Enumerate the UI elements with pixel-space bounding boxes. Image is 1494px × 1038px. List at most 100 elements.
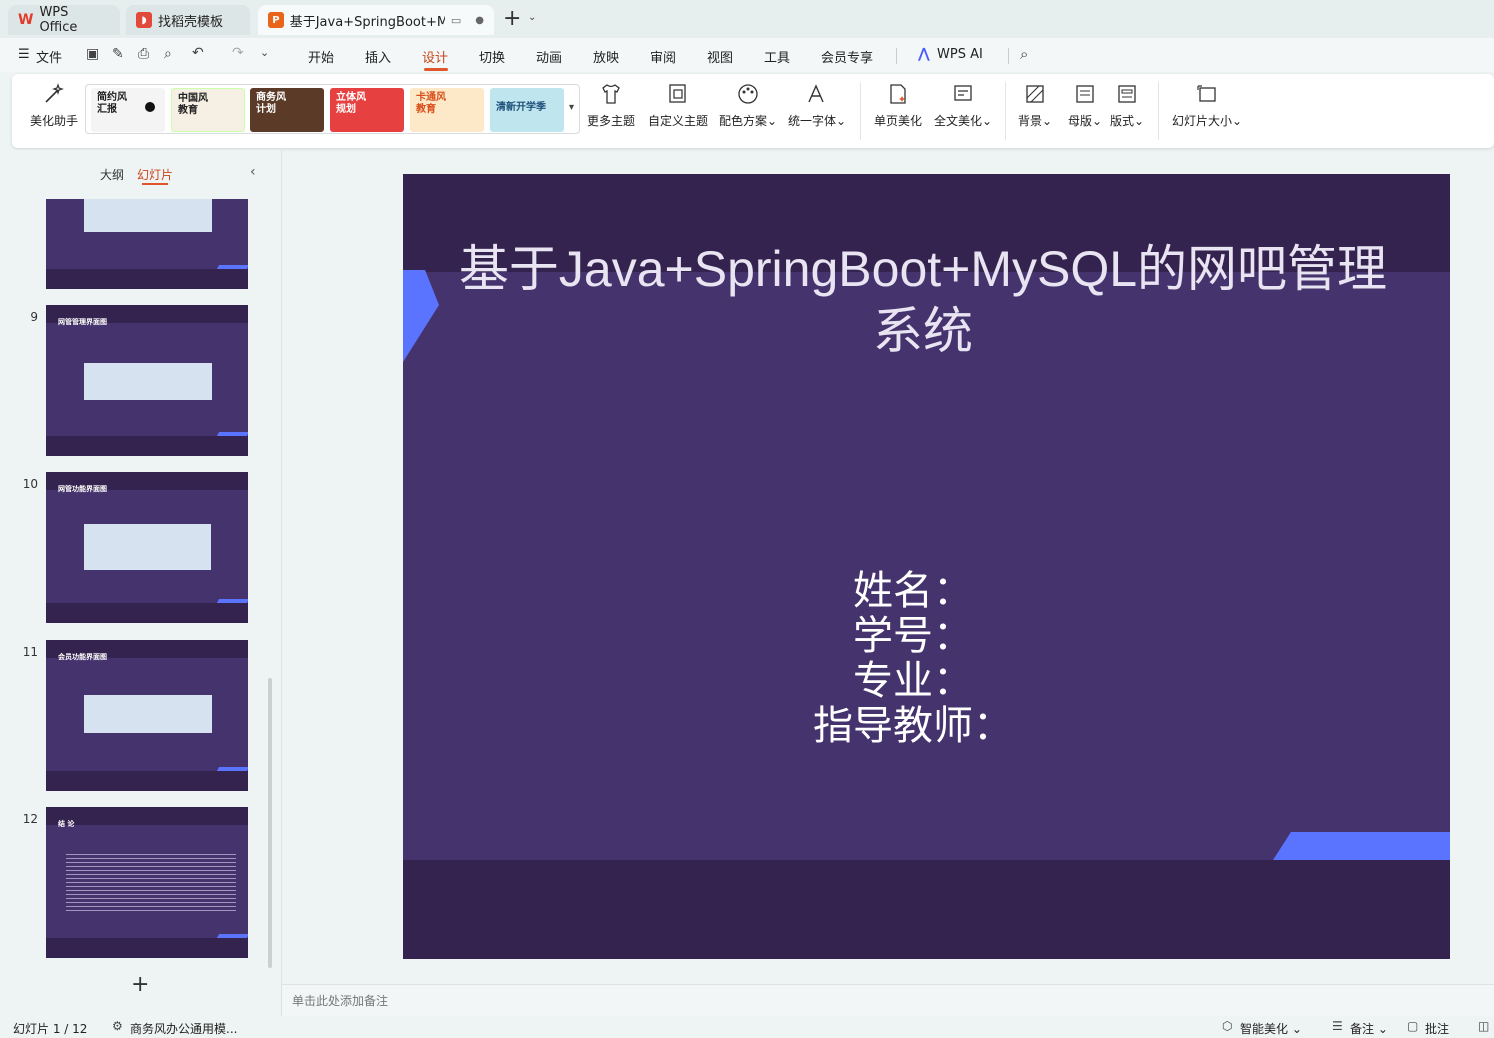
- preview-icon[interactable]: ⌕: [164, 46, 172, 62]
- template-business[interactable]: 商务风 计划: [250, 88, 324, 132]
- master-button[interactable]: 母版⌄: [1068, 82, 1102, 129]
- button-label: 背景⌄: [1018, 114, 1053, 128]
- slide-bottom-band: [403, 860, 1450, 959]
- menu-separator: [1008, 48, 1009, 64]
- slide-thumb[interactable]: [46, 199, 248, 289]
- template-label: 简约风 汇报: [97, 92, 127, 115]
- more-chevron-icon[interactable]: ⌄: [260, 46, 269, 59]
- background-button[interactable]: 背景⌄: [1018, 82, 1052, 129]
- menu-transition[interactable]: 切换: [479, 47, 505, 66]
- tab-document[interactable]: P 基于Java+SpringBoot+MyS ▭ ●: [258, 5, 494, 35]
- tab-outline[interactable]: 大纲: [100, 166, 124, 183]
- menu-design[interactable]: 设计: [422, 47, 448, 66]
- button-label: 配色方案⌄: [719, 114, 778, 128]
- tab-label: 基于Java+SpringBoot+MyS: [289, 14, 445, 30]
- wps-ai-icon: ⋀: [918, 46, 930, 62]
- button-label: 单页美化: [874, 114, 923, 128]
- close-dot-icon[interactable]: ●: [475, 15, 484, 26]
- menu-insert[interactable]: 插入: [365, 47, 391, 66]
- chevron-down-icon[interactable]: ⌄: [528, 12, 536, 23]
- print-icon[interactable]: ⎙: [138, 46, 149, 62]
- thumb-screenshot: [84, 363, 212, 400]
- thumb-text-lines: [66, 851, 236, 911]
- template-label: 清新开学季: [496, 102, 546, 113]
- thumb-screenshot: [84, 695, 212, 733]
- menu-tools[interactable]: 工具: [764, 47, 790, 66]
- template-minimal[interactable]: 简约风 汇报: [91, 88, 165, 132]
- template-label: 中国风 教育: [178, 93, 208, 116]
- menu-member[interactable]: 会员专享: [821, 47, 873, 66]
- template-3d[interactable]: 立体风 规划: [330, 88, 404, 132]
- slide-size-button[interactable]: 幻灯片大小⌄: [1172, 82, 1242, 129]
- thumb-title: 结 论: [58, 820, 75, 828]
- notes-placeholder: 单击此处添加备注: [292, 994, 389, 1008]
- tab-slides[interactable]: 幻灯片: [137, 166, 173, 183]
- more-themes-button[interactable]: 更多主题: [587, 82, 635, 129]
- button-label: 自定义主题: [648, 114, 709, 128]
- student-id-line: 学号：: [853, 613, 973, 659]
- tab-docer[interactable]: ◗ 找稻壳模板: [126, 5, 250, 35]
- page-beautify-button[interactable]: 单页美化: [874, 82, 922, 129]
- tab-wps-office[interactable]: W WPS Office: [8, 5, 120, 35]
- new-tab-button[interactable]: +: [503, 6, 521, 31]
- menu-wps-ai[interactable]: WPS AI: [937, 47, 983, 62]
- beautify-assistant-button[interactable]: 美化助手: [30, 82, 78, 129]
- menu-slideshow[interactable]: 放映: [593, 47, 619, 66]
- ribbon-separator: [1158, 82, 1159, 140]
- smart-beautify-button[interactable]: 智能美化 ⌄: [1240, 1020, 1302, 1037]
- button-label: 统一字体⌄: [788, 114, 847, 128]
- wps-logo-icon: W: [18, 12, 34, 28]
- template-name[interactable]: 商务风办公通用模...: [130, 1020, 237, 1037]
- panel-scrollbar[interactable]: [268, 678, 272, 968]
- slide-number: 12: [22, 812, 38, 826]
- color-scheme-button[interactable]: 配色方案⌄: [719, 82, 777, 129]
- slide-thumb[interactable]: 网管功能界面图: [46, 472, 248, 623]
- slide-canvas[interactable]: 基于Java+SpringBoot+MySQL的网吧管理系统 姓名： 学号： 专…: [403, 174, 1450, 959]
- gallery-expand-icon[interactable]: ▾: [569, 102, 574, 113]
- collapse-panel-icon[interactable]: ‹: [250, 164, 256, 180]
- redo-icon[interactable]: ↷: [232, 45, 244, 61]
- layout-icon: [1118, 85, 1136, 103]
- left-accent-shape: [403, 270, 439, 362]
- comments-button[interactable]: 批注: [1425, 1020, 1449, 1037]
- thumb-screenshot: [84, 199, 212, 232]
- slide-thumb[interactable]: 会员功能界面图: [46, 640, 248, 791]
- monitor-icon[interactable]: ▭: [451, 14, 461, 27]
- template-label: 卡通风 教育: [416, 92, 446, 115]
- design-ribbon: 美化助手 简约风 汇报 中国风 教育 商务风 计划 立体风 规划 卡通风 教育 …: [12, 74, 1494, 148]
- status-bar: 幻灯片 1 / 12 ⚙ 商务风办公通用模... ⬡ 智能美化 ⌄ ☰ 备注 ⌄…: [0, 1016, 1494, 1038]
- template-cartoon[interactable]: 卡通风 教育: [410, 88, 484, 132]
- slide-title[interactable]: 基于Java+SpringBoot+MySQL的网吧管理系统: [448, 238, 1398, 362]
- slide-thumb[interactable]: 网管管理界面图: [46, 305, 248, 456]
- template-fresh[interactable]: 清新开学季: [490, 88, 564, 132]
- menu-file[interactable]: 文件: [36, 47, 62, 66]
- menu-review[interactable]: 审阅: [650, 47, 676, 66]
- menu-start[interactable]: 开始: [308, 47, 334, 66]
- magic-wand-icon: [45, 83, 64, 103]
- menu-view[interactable]: 视图: [707, 47, 733, 66]
- notes-area[interactable]: 单击此处添加备注: [282, 984, 1494, 1016]
- add-slide-button[interactable]: +: [131, 972, 149, 997]
- slide-thumb[interactable]: 结 论: [46, 807, 248, 958]
- thumb-title: 网管功能界面图: [58, 485, 107, 493]
- custom-theme-button[interactable]: 自定义主题: [648, 82, 708, 129]
- layout-button[interactable]: 版式⌄: [1110, 82, 1144, 129]
- template-chinese[interactable]: 中国风 教育: [171, 88, 245, 132]
- notes-toggle-button[interactable]: 备注 ⌄: [1350, 1020, 1388, 1037]
- full-beautify-button[interactable]: 全文美化⌄: [934, 82, 992, 129]
- button-label: 美化助手: [30, 114, 79, 128]
- normal-view-icon[interactable]: ◫: [1478, 1019, 1489, 1033]
- menu-animation[interactable]: 动画: [536, 47, 562, 66]
- unify-font-button[interactable]: 统一字体⌄: [788, 82, 846, 129]
- template-label: 商务风 计划: [256, 92, 286, 115]
- slide-info-block[interactable]: 姓名： 学号： 专业： 指导教师：: [703, 569, 1123, 749]
- pen-icon[interactable]: ✎: [112, 46, 124, 62]
- major-line: 专业：: [853, 658, 973, 704]
- hamburger-icon[interactable]: ☰: [18, 47, 30, 62]
- search-icon[interactable]: ⌕: [1020, 45, 1028, 63]
- template-icon: ⚙: [112, 1019, 123, 1033]
- save-icon[interactable]: ▣: [86, 46, 99, 62]
- undo-icon[interactable]: ↶: [192, 45, 204, 61]
- thumb-title: 网管管理界面图: [58, 318, 107, 326]
- tab-label: WPS Office: [39, 5, 78, 35]
